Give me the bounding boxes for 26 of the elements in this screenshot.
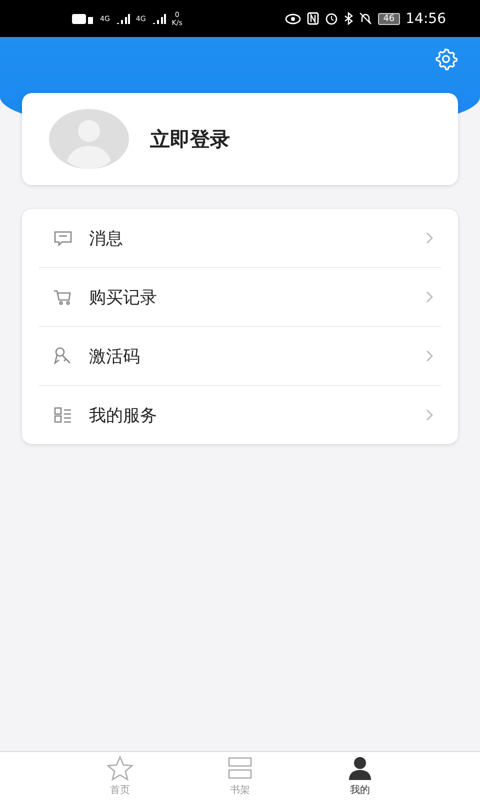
eye-icon <box>285 12 302 24</box>
key-icon <box>53 346 73 366</box>
settings-icon[interactable] <box>434 47 458 71</box>
bell-off-icon <box>359 12 372 25</box>
star-icon <box>105 755 135 781</box>
tab[interactable]: 我的 <box>330 752 390 800</box>
menu-item[interactable]: 消息 <box>89 226 409 250</box>
chevron-right-icon <box>425 231 435 245</box>
signal-icon <box>152 14 166 24</box>
profile-card[interactable]: 立即登录 <box>22 93 458 185</box>
menu-item[interactable]: 我的服务 <box>89 404 409 426</box>
login-label[interactable]: 立即登录 <box>150 126 230 152</box>
menu-item[interactable]: 激活码 <box>89 344 409 368</box>
menu-item[interactable]: 购买记录 <box>89 286 409 308</box>
avatar-icon <box>49 109 129 169</box>
list-icon <box>53 405 73 425</box>
bluetooth-icon <box>344 12 354 25</box>
chevron-right-icon <box>425 349 435 363</box>
chevron-right-icon <box>425 408 435 422</box>
clock-time: 14:56 <box>406 10 446 26</box>
signal-icon <box>116 14 130 24</box>
hd-icon <box>72 14 94 24</box>
alarm-icon <box>325 12 338 25</box>
chevron-right-icon <box>425 290 435 304</box>
battery-level: 46 <box>378 12 400 24</box>
nfc-icon <box>307 12 320 25</box>
